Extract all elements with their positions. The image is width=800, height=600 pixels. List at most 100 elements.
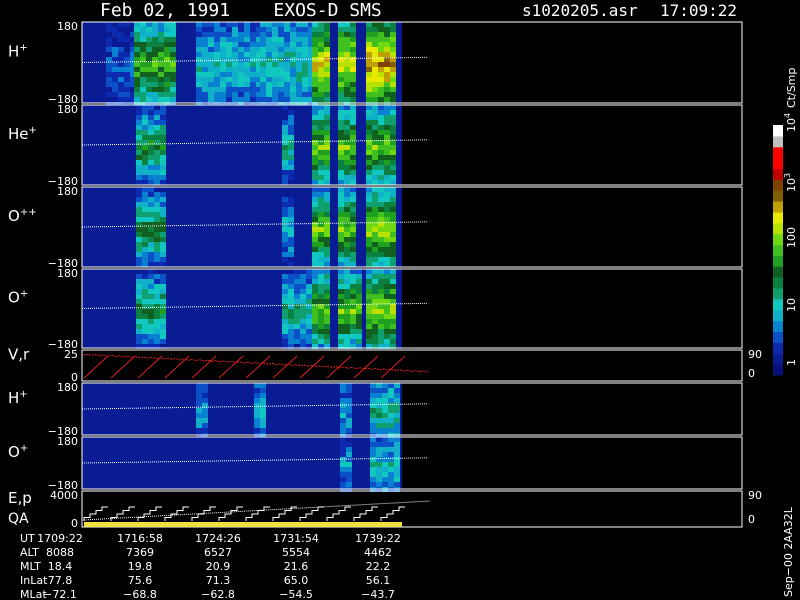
orbit-info-table: UT 1709:22 1716:58 1724:26 1731:54 1739:22 ALT… [20,532,401,600]
footer-cell: −68.8 [123,588,157,600]
footer-cell: −43.7 [361,588,395,600]
y-axis-max-label: 180 [57,267,78,280]
footer-cell: 1731:54 [273,532,319,545]
version-note: Sep−00 2AA32L [782,506,795,597]
figure-title: Feb 02, 1991 EXOS-D SMS [100,0,382,21]
energy-staircase-trace [83,500,431,527]
color-step [773,233,783,246]
panel-vr: 250V,r 900 [8,346,762,385]
color-tick-label: 10 [785,298,798,312]
footer-cell: 20.9 [206,560,231,573]
color-step [773,298,783,311]
color-scale-ticks: 1 10 100 103 104 [783,113,798,366]
footer-cell: 6527 [204,546,232,559]
y-axis-max-label: 25 [64,348,78,361]
color-step [773,277,783,289]
footer-cell: 5554 [282,546,310,559]
y-axis-max-label: 180 [57,435,78,448]
footer-cell: 18.4 [48,560,73,573]
footer-cell: 1716:58 [117,532,163,545]
species-label: O++ [8,207,37,225]
color-tick-label: 1 [785,359,798,366]
footer-cell: 21.6 [284,560,309,573]
color-scale-bar [773,125,783,376]
color-step [773,364,783,376]
panel-oplus: 180−180O+ [8,267,743,351]
color-step [773,168,783,180]
footer-row-label: UT [20,532,35,545]
colorbar-unit-label: Ct/Smp [785,68,798,108]
footer-cell: 19.8 [128,560,153,573]
color-step [773,353,783,365]
color-step [773,288,783,300]
color-tick-label: 104 [783,113,798,132]
right-axis-max-label: 90 [748,489,762,502]
color-tick-label: 103 [783,173,798,192]
color-step [773,342,783,354]
species-label: H+ [8,389,28,407]
y-axis-max-label: 4000 [50,489,78,502]
footer-cell: 1724:26 [195,532,241,545]
footer-row-label: MLT [20,560,41,573]
footer-cell: 1709:22 [37,532,83,545]
y-axis-min-label: 0 [71,517,78,530]
color-step [773,125,783,137]
color-step [773,222,783,235]
species-charge: + [19,43,27,54]
velocity-sawtooth-trace [83,353,429,379]
y-axis-max-label: 180 [57,381,78,394]
right-axis-max-label: 90 [748,348,762,361]
species-charge: + [20,289,28,300]
species-label: He+ [8,125,37,143]
color-step [773,179,783,191]
species-charge: + [19,389,27,400]
footer-cell: 7369 [126,546,154,559]
species-label: O+ [8,289,28,307]
panel-hplus: 180−180H+ [8,20,743,107]
species-label: O+ [8,443,28,461]
species-charge: + [20,443,28,454]
color-step [773,157,783,169]
species-charge: + [29,125,37,136]
footer-cell: 8088 [46,546,74,559]
color-step [773,309,783,322]
color-step [773,190,783,202]
footer-cell: −72.1 [43,588,77,600]
color-tick-label: 100 [785,227,798,248]
y-axis-max-label: 180 [57,103,78,116]
plot-time: 17:09:22 [660,1,737,20]
color-step [773,331,783,343]
color-step [773,135,783,148]
qa-label: QA [8,511,29,527]
footer-cell: 71.3 [206,574,231,587]
y-axis-max-label: 180 [57,20,78,33]
color-step [773,266,783,278]
data-file-name: s1020205.asr [522,1,638,20]
right-axis-min-label: 0 [748,367,755,380]
y-axis-max-label: 180 [57,185,78,198]
panels: 180−180H+180−180He+180−180O++180−180O+25… [8,20,762,530]
footer-cell: 77.8 [48,574,73,587]
species-label: V,r [8,346,30,364]
color-step [773,146,783,159]
panel-frame [81,349,743,382]
panel-heplus: 180−180He+ [8,103,743,188]
color-step [773,244,783,256]
footer-cell: 22.2 [366,560,391,573]
footer-cell: 65.0 [284,574,309,587]
footer-cell: −62.8 [201,588,235,600]
footer-cell: 1739:22 [355,532,401,545]
color-step [773,201,783,213]
footer-cell: 4462 [364,546,392,559]
panel-hplus2: 180−180H+ [8,381,743,438]
footer-cell: 56.1 [366,574,391,587]
right-axis-min-label: 0 [748,513,755,526]
color-step [773,255,783,267]
color-step [773,320,783,333]
qa-bar [84,522,402,527]
panel-oplusplus: 180−180O++ [8,185,743,270]
footer-row-label: InLat [20,574,48,587]
panel-oplus2: 180−180O+ [8,435,743,492]
footer-row-label: ALT [20,546,39,559]
species-label: E,p [8,489,32,507]
